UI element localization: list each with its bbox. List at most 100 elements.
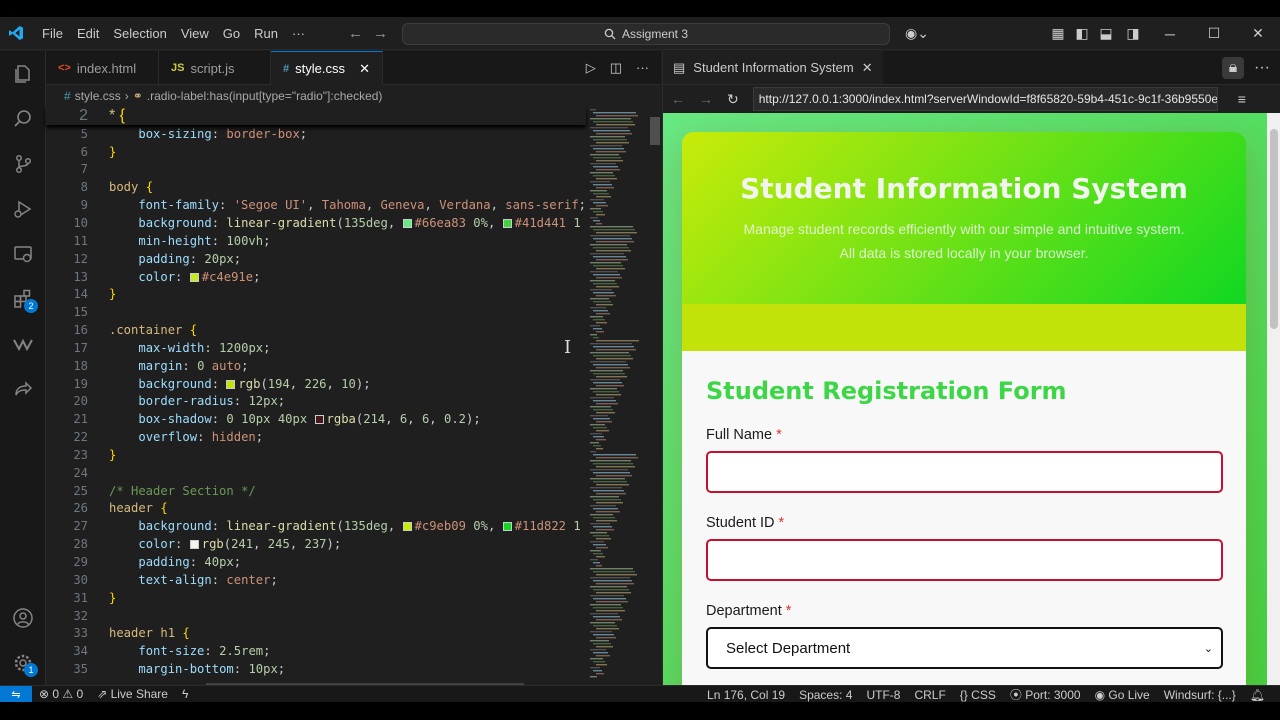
code-line[interactable]: 5 box-sizing: border-box; bbox=[46, 125, 586, 143]
line-ending[interactable]: CRLF bbox=[907, 688, 952, 702]
menu-file[interactable]: File bbox=[35, 26, 70, 41]
code-line[interactable]: 8 body { bbox=[46, 178, 586, 196]
breadcrumb-symbol[interactable]: .radio-label:has(input[type="radio"]:che… bbox=[147, 89, 383, 103]
remote-indicator-icon[interactable]: ⇋ bbox=[0, 685, 32, 702]
code-line[interactable]: 27 background: linear-gradient(135deg, #… bbox=[46, 517, 586, 535]
editor-vertical-scrollbar[interactable] bbox=[650, 107, 660, 685]
notifications-bell-icon[interactable]: 🔔︎ bbox=[1243, 688, 1272, 702]
back-icon[interactable]: ← bbox=[671, 91, 685, 107]
copilot-icon[interactable]: ◉⌄ bbox=[900, 17, 934, 50]
close-tab-icon[interactable]: ✕ bbox=[862, 60, 873, 76]
port-indicator[interactable]: ⦿ Port: 3000 bbox=[1003, 686, 1088, 702]
code-line[interactable]: 11 min-height: 100vh; bbox=[46, 232, 586, 250]
code-line[interactable]: 10 background: linear-gradient(135deg, #… bbox=[46, 214, 586, 232]
page-scroll-thumb[interactable] bbox=[1270, 129, 1278, 329]
code-line[interactable]: 34 font-size: 2.5rem; bbox=[46, 642, 586, 660]
command-center[interactable]: Assigment 3 bbox=[402, 23, 890, 45]
run-debug-icon[interactable] bbox=[0, 186, 46, 231]
go-live-button[interactable]: ◉ Go Live bbox=[1088, 688, 1157, 702]
menu-more[interactable]: ··· bbox=[285, 26, 312, 41]
code-line[interactable]: 29 padding: 40px; bbox=[46, 553, 586, 571]
code-line[interactable]: 18 margin: 0 auto; bbox=[46, 357, 586, 375]
maximize-icon[interactable]: ☐ bbox=[1192, 17, 1236, 50]
scroll-thumb[interactable] bbox=[650, 117, 660, 145]
back-arrow-icon[interactable]: ← bbox=[348, 25, 363, 42]
close-tab-icon[interactable]: ✕ bbox=[359, 61, 370, 77]
minimap[interactable] bbox=[586, 107, 648, 685]
code-line[interactable]: 33 header h1 { bbox=[46, 624, 586, 642]
tab-browser-preview[interactable]: ▤ Student Information System ✕ bbox=[663, 51, 883, 84]
forward-icon[interactable]: → bbox=[699, 91, 713, 107]
tab-index-html[interactable]: <> index.html bbox=[46, 51, 159, 85]
live-share-icon[interactable] bbox=[0, 366, 46, 411]
code-line[interactable]: 23} bbox=[46, 446, 586, 464]
more-actions-icon[interactable]: ··· bbox=[1254, 59, 1270, 77]
menu-run[interactable]: Run bbox=[247, 26, 285, 41]
code-line[interactable]: 16 .container { bbox=[46, 321, 586, 339]
customize-layout-icon[interactable]: ▦ bbox=[1046, 17, 1070, 50]
menu-selection[interactable]: Selection bbox=[106, 26, 173, 41]
encoding[interactable]: UTF-8 bbox=[859, 688, 907, 702]
menu-icon[interactable]: ≡ bbox=[1238, 91, 1246, 107]
windsurf-status[interactable]: Windsurf: {...} bbox=[1157, 688, 1243, 702]
toggle-panel-icon[interactable]: ⬓ bbox=[1094, 17, 1118, 50]
settings-gear-icon[interactable]: 1 bbox=[0, 640, 46, 685]
extensions-icon[interactable]: 2 bbox=[0, 276, 46, 321]
vscode-window: File Edit Selection View Go Run ··· ← → … bbox=[0, 17, 1280, 702]
code-line[interactable]: 12 padding: 20px; bbox=[46, 250, 586, 268]
minimize-icon[interactable]: ─ bbox=[1148, 17, 1192, 50]
reload-icon[interactable]: ↻ bbox=[727, 91, 739, 108]
page-scrollbar[interactable] bbox=[1267, 113, 1280, 685]
department-select[interactable]: Select Department ⌄ bbox=[706, 627, 1223, 669]
close-window-icon[interactable]: ✕ bbox=[1236, 17, 1280, 50]
run-icon[interactable]: ▷ bbox=[586, 60, 596, 76]
split-editor-icon[interactable]: ◫ bbox=[610, 60, 622, 76]
lock-icon[interactable]: 🔒︎ bbox=[1222, 56, 1245, 79]
code-line[interactable]: 6} bbox=[46, 143, 586, 161]
student-id-input[interactable] bbox=[706, 539, 1223, 581]
explorer-icon[interactable] bbox=[0, 51, 46, 96]
windsurf-icon[interactable] bbox=[0, 321, 46, 366]
search-icon[interactable] bbox=[0, 96, 46, 141]
toggle-secondary-sidebar-icon[interactable]: ◨ bbox=[1118, 17, 1148, 50]
code-line[interactable]: 30 text-align: center; bbox=[46, 571, 586, 589]
code-line[interactable]: 25 /* Header Section */ bbox=[46, 482, 586, 500]
url-input[interactable]: http://127.0.0.1:3000/index.html?serverW… bbox=[752, 87, 1218, 111]
code-line[interactable]: 20 border-radius: 12px; bbox=[46, 393, 586, 411]
code-line[interactable]: 28 color: rgb(241, 245, 237); bbox=[46, 535, 586, 553]
code-editor[interactable]: 2* {5 box-sizing: border-box;6}78body {9… bbox=[46, 107, 586, 685]
indentation[interactable]: Spaces: 4 bbox=[792, 688, 859, 702]
toggle-sidebar-icon[interactable]: ◧ bbox=[1070, 17, 1094, 50]
code-line[interactable]: 17 max-width: 1200px; bbox=[46, 339, 586, 357]
code-line[interactable]: 19 background: rgb(194, 226, 10); bbox=[46, 375, 586, 393]
menu-view[interactable]: View bbox=[174, 26, 216, 41]
live-share-button[interactable]: ⇗ Live Share bbox=[90, 687, 175, 701]
code-line[interactable]: 24 bbox=[46, 464, 586, 482]
code-line[interactable]: 31} bbox=[46, 589, 586, 607]
code-line[interactable]: 21 box-shadow: 0 10px 40px rgba(214, 6, … bbox=[46, 410, 586, 428]
cursor-position[interactable]: Ln 176, Col 19 bbox=[700, 688, 792, 702]
code-line[interactable]: 35 margin-bottom: 10px; bbox=[46, 660, 586, 678]
account-icon[interactable] bbox=[0, 595, 46, 640]
full-name-input[interactable] bbox=[706, 451, 1223, 493]
menu-edit[interactable]: Edit bbox=[70, 26, 106, 41]
more-actions-icon[interactable]: ··· bbox=[636, 60, 649, 75]
code-line[interactable]: 7 bbox=[46, 161, 586, 179]
code-line[interactable]: 15 bbox=[46, 303, 586, 321]
tab-style-css[interactable]: # style.css ✕ bbox=[271, 51, 383, 85]
source-control-icon[interactable] bbox=[0, 141, 46, 186]
menu-go[interactable]: Go bbox=[216, 26, 247, 41]
code-line[interactable]: 32 bbox=[46, 607, 586, 625]
sync-icon[interactable]: ϟ bbox=[175, 687, 195, 701]
tab-script-js[interactable]: JS script.js bbox=[159, 51, 271, 85]
language-mode[interactable]: {} CSS bbox=[953, 688, 1003, 702]
breadcrumb-file[interactable]: style.css bbox=[75, 89, 121, 103]
code-line[interactable]: 22 overflow: hidden; bbox=[46, 428, 586, 446]
problems-indicator[interactable]: ⊗ 0 ⚠ 0 bbox=[32, 687, 90, 701]
code-line[interactable]: 13 color: #c4e91e; bbox=[46, 268, 586, 286]
code-line[interactable]: 14} bbox=[46, 285, 586, 303]
code-line[interactable]: 26 header { bbox=[46, 500, 586, 518]
code-line[interactable]: 9 font-family: 'Segoe UI', Tahoma, Genev… bbox=[46, 196, 586, 214]
forward-arrow-icon[interactable]: → bbox=[373, 25, 388, 42]
remote-explorer-icon[interactable] bbox=[0, 231, 46, 276]
